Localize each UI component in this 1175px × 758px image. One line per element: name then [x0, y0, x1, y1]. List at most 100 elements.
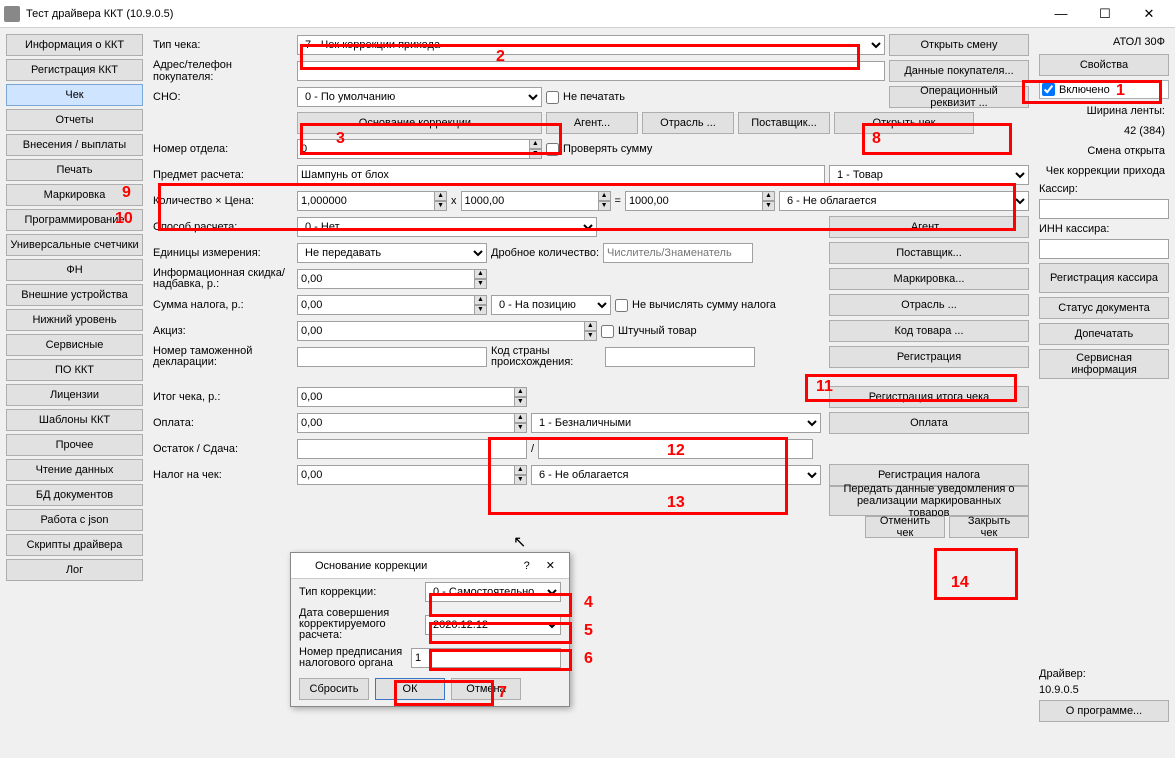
docstatus-button[interactable]: Статус документа	[1039, 297, 1169, 319]
nav-внесения-выплаты[interactable]: Внесения / выплаты	[6, 134, 143, 156]
reprint-button[interactable]: Допечатать	[1039, 323, 1169, 345]
nav-скрипты-драйвера[interactable]: Скрипты драйвера	[6, 534, 143, 556]
about-button[interactable]: О программе...	[1039, 700, 1169, 722]
nav-сервисные[interactable]: Сервисные	[6, 334, 143, 356]
dialog-cancel-button[interactable]: Отмена	[451, 678, 521, 700]
dialog-help-button[interactable]: ?	[516, 560, 538, 572]
excise-input[interactable]	[297, 321, 585, 341]
label-deptno: Номер отдела:	[153, 143, 293, 155]
unit-select[interactable]: Не передавать	[297, 243, 487, 263]
pay-input[interactable]	[297, 413, 515, 433]
buyer-input[interactable]	[297, 61, 885, 81]
taxcheque-type-select[interactable]: 6 - Не облагается	[531, 465, 821, 485]
nav-шаблоны-ккт[interactable]: Шаблоны ККТ	[6, 409, 143, 431]
dialog-close-button[interactable]: ✕	[538, 559, 563, 572]
nav-бд-документов[interactable]: БД документов	[6, 484, 143, 506]
fracqty-input[interactable]	[603, 243, 753, 263]
infodisc-input[interactable]	[297, 269, 475, 289]
nav-информация-о-ккт[interactable]: Информация о ККТ	[6, 34, 143, 56]
correction-base-dialog: Основание коррекции ? ✕ Тип коррекции: 0…	[290, 552, 570, 707]
cashier-input[interactable]	[1039, 199, 1169, 219]
corrtype-select[interactable]: 0 - Самостоятельно	[425, 582, 561, 602]
correction-base-button[interactable]: Основание коррекции...	[297, 112, 542, 134]
register-button[interactable]: Регистрация	[829, 346, 1029, 368]
nav-лицензии[interactable]: Лицензии	[6, 384, 143, 406]
pay-button[interactable]: Оплата	[829, 412, 1029, 434]
nav-фн[interactable]: ФН	[6, 259, 143, 281]
cancel-cheque-button[interactable]: Отменить чек	[865, 516, 945, 538]
taxpos-select[interactable]: 0 - На позицию	[491, 295, 611, 315]
sno-select[interactable]: 0 - По умолчанию	[297, 87, 542, 107]
origin-input[interactable]	[605, 347, 755, 367]
opreq-button[interactable]: Операционный реквизит ...	[889, 86, 1029, 108]
nav-нижний-уровень[interactable]: Нижний уровень	[6, 309, 143, 331]
marking-button[interactable]: Маркировка...	[829, 268, 1029, 290]
change1-input[interactable]	[297, 439, 527, 459]
enabled-check[interactable]: Включено	[1039, 80, 1169, 99]
service-button[interactable]: Сервисная информация	[1039, 349, 1169, 379]
senddata-button[interactable]: Передать данные уведомления о реализации…	[829, 486, 1029, 516]
buyer-data-button[interactable]: Данные покупателя...	[889, 60, 1029, 82]
goodscode-button[interactable]: Код товара ...	[829, 320, 1029, 342]
orderno-label: Номер предписания налогового органа	[299, 647, 405, 669]
deptno-input[interactable]	[297, 139, 530, 159]
checksum-check[interactable]: Проверять сумму	[546, 143, 652, 156]
close-cheque-button[interactable]: Закрыть чек	[949, 516, 1029, 538]
label-paymethod: Способ расчета:	[153, 221, 293, 233]
regtotal-button[interactable]: Регистрация итога чека	[829, 386, 1029, 408]
dialog-reset-button[interactable]: Сбросить	[299, 678, 369, 700]
paytype-select[interactable]: 1 - Безналичными	[531, 413, 821, 433]
nocalc-check[interactable]: Не вычислять сумму налога	[615, 299, 776, 312]
nav-отчеты[interactable]: Отчеты	[6, 109, 143, 131]
label-excise: Акциз:	[153, 325, 293, 337]
driver-label: Драйвер:	[1039, 668, 1169, 680]
nav-лог[interactable]: Лог	[6, 559, 143, 581]
piece-check[interactable]: Штучный товар	[601, 325, 697, 338]
paymethod-select[interactable]: 0 - Нет	[297, 217, 597, 237]
label-buyer: Адрес/телефон покупателя:	[153, 59, 293, 83]
open-cheque-button[interactable]: Открыть чек	[834, 112, 974, 134]
agent2-button[interactable]: Агент...	[829, 216, 1029, 238]
regcashier-button[interactable]: Регистрация кассира	[1039, 263, 1169, 293]
industry2-button[interactable]: Отрасль ...	[829, 294, 1029, 316]
nav-чек[interactable]: Чек	[6, 84, 143, 106]
close-button[interactable]: ✕	[1127, 0, 1171, 28]
minimize-button[interactable]: —	[1039, 0, 1083, 28]
customs-input[interactable]	[297, 347, 487, 367]
props-button букв[interactable]: Свойства	[1039, 54, 1169, 76]
label-unit: Единицы измерения:	[153, 247, 293, 259]
nav-по-ккт[interactable]: ПО ККТ	[6, 359, 143, 381]
dialog-ok-button[interactable]: ОК	[375, 678, 445, 700]
subject-type-select[interactable]: 1 - Товар	[829, 165, 1029, 185]
orderno-input[interactable]	[411, 648, 561, 668]
nav-регистрация-ккт[interactable]: Регистрация ККТ	[6, 59, 143, 81]
nav-внешние-устройства[interactable]: Внешние устройства	[6, 284, 143, 306]
cashier-label: Кассир:	[1039, 183, 1169, 195]
nav-работа-с-json[interactable]: Работа с json	[6, 509, 143, 531]
supplier-button[interactable]: Поставщик...	[738, 112, 830, 134]
nav-универсальные-счетчики[interactable]: Универсальные счетчики	[6, 234, 143, 256]
open-shift-button[interactable]: Открыть смену	[889, 34, 1029, 56]
label-qtyprice: Количество × Цена:	[153, 195, 293, 207]
label-chequetype: Тип чека:	[153, 39, 293, 51]
nav-прочее[interactable]: Прочее	[6, 434, 143, 456]
inncashier-input[interactable]	[1039, 239, 1169, 259]
noprint-check[interactable]: Не печатать	[546, 91, 625, 104]
agent-button[interactable]: Агент...	[546, 112, 638, 134]
maximize-button[interactable]: ☐	[1083, 0, 1127, 28]
qty-input[interactable]	[297, 191, 435, 211]
vat-select[interactable]: 6 - Не облагается	[779, 191, 1029, 211]
amount-input[interactable]	[625, 191, 763, 211]
total-input[interactable]	[297, 387, 515, 407]
industry-button[interactable]: Отрасль ...	[642, 112, 734, 134]
taxcheque-input[interactable]	[297, 465, 515, 485]
corrdate-input[interactable]: 2020.12.12	[425, 615, 561, 635]
label-subject: Предмет расчета:	[153, 169, 293, 181]
price-input[interactable]	[461, 191, 599, 211]
supplier2-button[interactable]: Поставщик...	[829, 242, 1029, 264]
nav-чтение-данных[interactable]: Чтение данных	[6, 459, 143, 481]
chequetype-select[interactable]: 7 - Чек коррекции прихода	[297, 35, 885, 55]
subject-input[interactable]	[297, 165, 825, 185]
taxsum-input[interactable]	[297, 295, 475, 315]
nav-печать[interactable]: Печать	[6, 159, 143, 181]
